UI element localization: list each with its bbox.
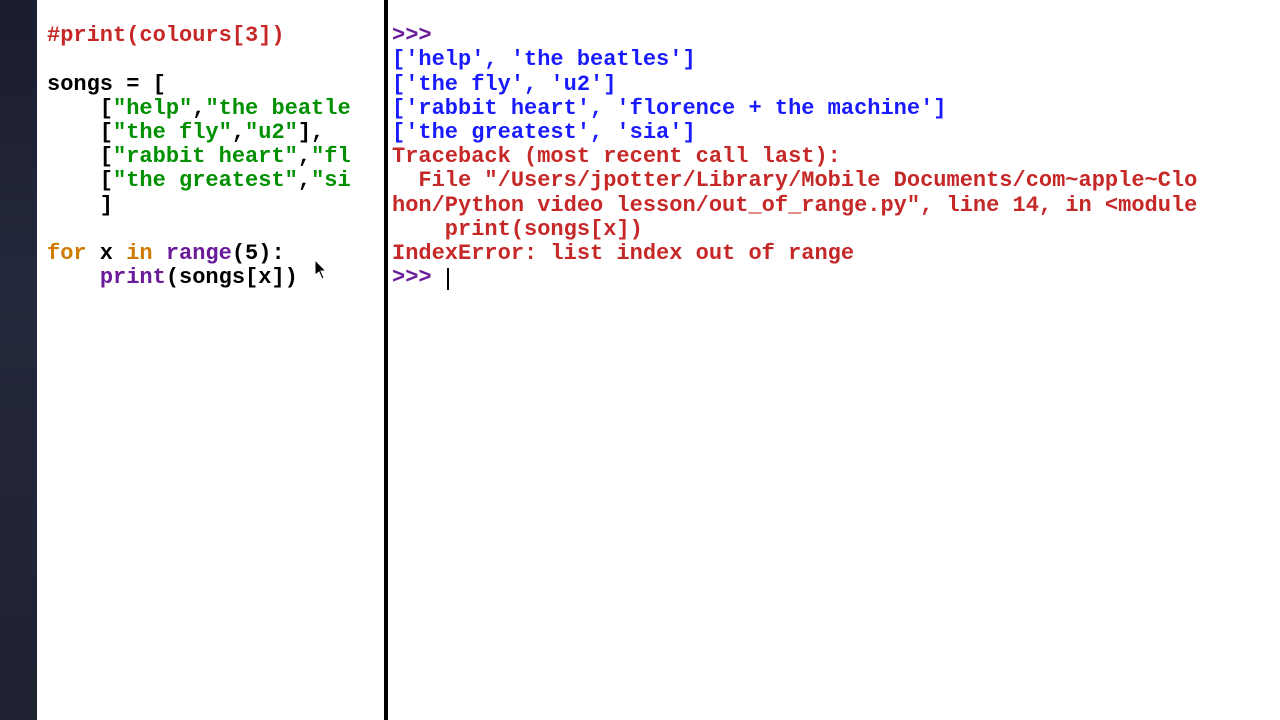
string-literal: "si (311, 168, 351, 193)
row-pre: [ (47, 120, 113, 145)
row-pre: [ (47, 144, 113, 169)
traceback-error-line: IndexError: list index out of range (392, 241, 854, 266)
for-keyword: for (47, 241, 87, 266)
string-literal: "help" (113, 96, 192, 121)
string-literal: "u2" (245, 120, 298, 145)
shell-output-line: ['rabbit heart', 'florence + the machine… (392, 96, 947, 121)
shell-output-line: ['help', 'the beatles'] (392, 47, 696, 72)
traceback-line: hon/Python video lesson/out_of_range.py"… (392, 193, 1197, 218)
close-bracket: ] (47, 193, 113, 218)
traceback-line: print(songs[x]) (392, 217, 643, 242)
string-literal: "the fly" (113, 120, 232, 145)
string-literal: "the beatle (205, 96, 350, 121)
shell-prompt: >>> (392, 23, 432, 48)
text-cursor (447, 268, 449, 290)
string-literal: "the greatest" (113, 168, 298, 193)
shell-output-line: ['the fly', 'u2'] (392, 72, 616, 97)
shell-output-line: ['the greatest', 'sia'] (392, 120, 696, 145)
row-pre: [ (47, 96, 113, 121)
python-shell-pane[interactable]: >>> ['help', 'the beatles'] ['the fly', … (390, 0, 1280, 720)
comment-line: #print(colours[3]) (47, 23, 285, 48)
traceback-line: Traceback (most recent call last): (392, 144, 841, 169)
string-literal: "rabbit heart" (113, 144, 298, 169)
pane-divider[interactable] (384, 0, 388, 720)
string-literal: "fl (311, 144, 351, 169)
in-keyword: in (126, 241, 152, 266)
shell-prompt: >>> (392, 265, 432, 290)
desktop-background-strip (0, 0, 37, 720)
print-builtin: print (100, 265, 166, 290)
row-pre: [ (47, 168, 113, 193)
assign-line: songs = [ (47, 72, 166, 97)
range-builtin: range (166, 241, 232, 266)
code-editor-pane[interactable]: #print(colours[3]) songs = [ ["help","th… (37, 0, 384, 720)
traceback-line: File "/Users/jpotter/Library/Mobile Docu… (392, 168, 1197, 193)
